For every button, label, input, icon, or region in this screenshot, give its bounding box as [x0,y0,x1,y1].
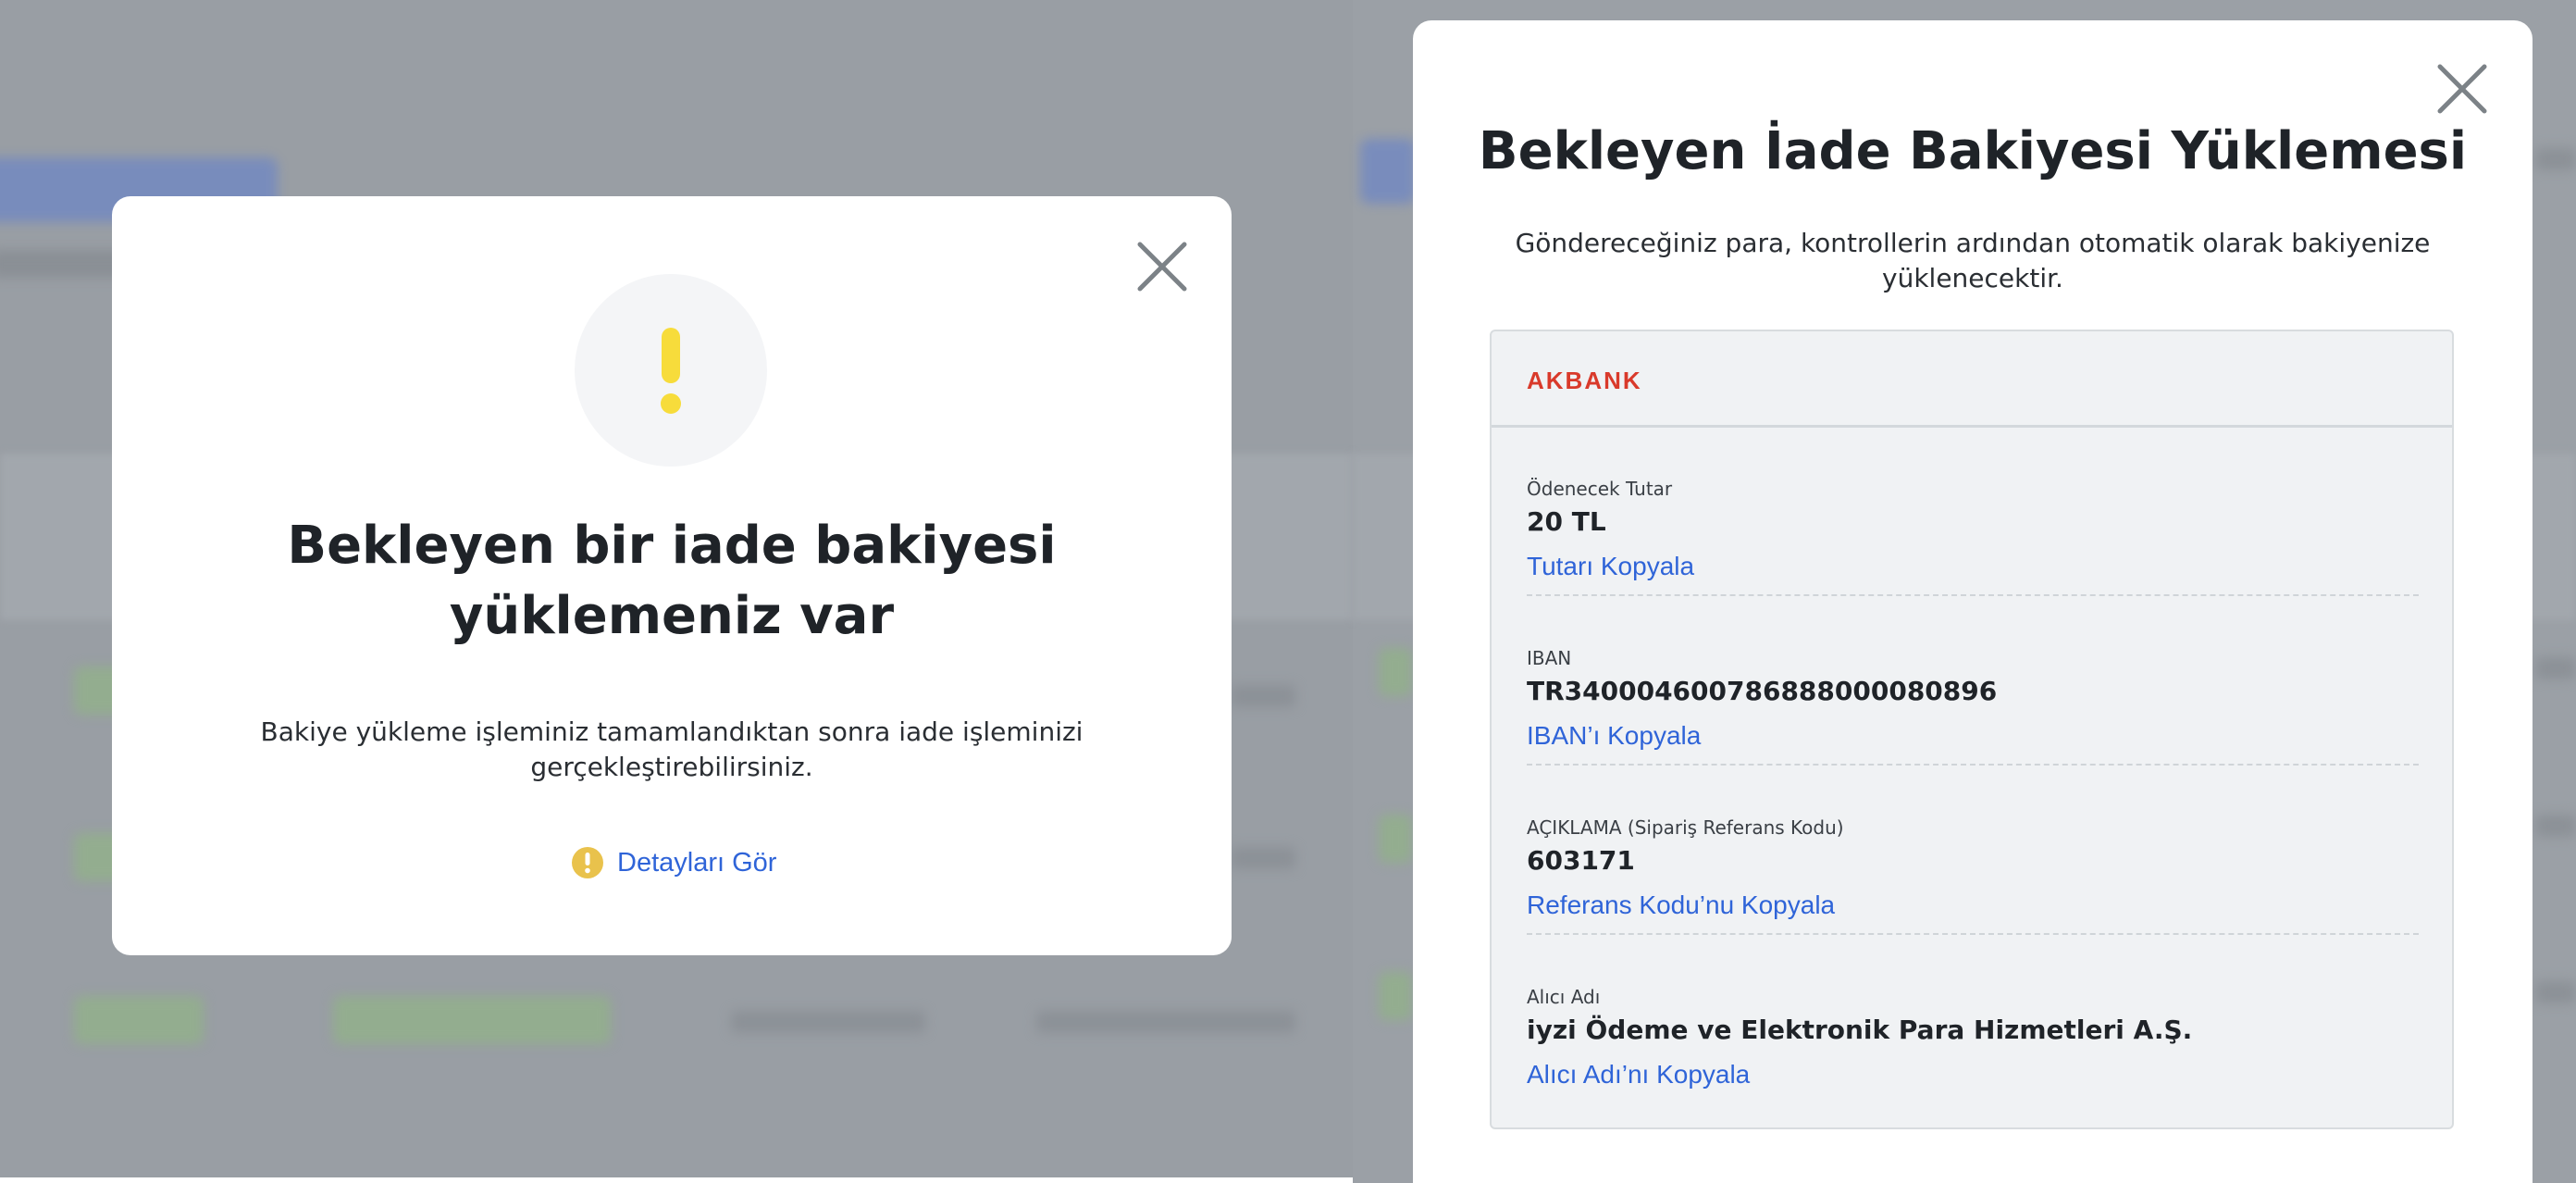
bank-logo: AKBANK [1527,367,1642,394]
background-text-blur-right [2535,981,2576,1003]
background-text-blur-right [2535,815,2576,837]
close-icon [2437,64,2487,114]
close-button[interactable] [1134,239,1190,294]
modal-title: Bekleyen İade Bakiyesi Yüklemesi [1478,121,2468,181]
reference-field: AÇIKLAMA (Sipariş Referans Kodu) 603171 … [1527,816,2419,922]
background-pill [74,996,204,1044]
field-value: TR340004600786888000080896 [1527,676,1998,706]
background-pill [333,996,611,1044]
field-label: Alıcı Adı [1527,986,1601,1008]
bank-header: AKBANK [1492,331,2452,428]
field-label: AÇIKLAMA (Sipariş Referans Kodu) [1527,816,1844,839]
warning-badge [575,274,767,467]
close-icon [1137,242,1187,292]
bank-transfer-details: AKBANK Ödenecek Tutar 20 TL Tutarı Kopya… [1490,330,2454,1129]
recipient-field: Alıcı Adı iyzi Ödeme ve Elektronik Para … [1527,986,2419,1091]
info-exclamation-icon [572,847,603,878]
iban-field: IBAN TR340004600786888000080896 IBAN’ı K… [1527,647,2419,753]
field-value: 603171 [1527,845,1635,876]
exclamation-icon [661,328,681,414]
background-text-blur [1231,685,1295,707]
field-label: Ödenecek Tutar [1527,478,1673,500]
details-link[interactable]: Detayları Gör [571,844,776,881]
copy-reference-link[interactable]: Referans Kodu’nu Kopyala [1527,889,1835,922]
background-bottom-strip [0,1177,1353,1183]
background-text-blur [1231,847,1295,869]
copy-iban-link[interactable]: IBAN’ı Kopyala [1527,719,1701,753]
background-text-blur-right [2535,657,2576,679]
close-button[interactable] [2434,61,2490,117]
modal-description-line: gerçekleştirebilirsiniz. [530,752,813,782]
modal-description-line: Bakiye yükleme işleminiz tamamlandıktan … [260,716,1084,747]
field-value: iyzi Ödeme ve Elektronik Para Hizmetleri… [1527,1015,2193,1045]
field-value: 20 TL [1527,506,1606,537]
modal-title-line: yüklemeniz var [449,586,895,646]
background-text-blur-right [2535,148,2576,170]
background-heading-blur-right [1360,139,1416,204]
field-divider [1527,594,2419,596]
copy-recipient-link[interactable]: Alıcı Adı’nı Kopyala [1527,1058,1750,1091]
modal-description: Göndereceğiniz para, kontrollerin ardınd… [1468,226,2477,296]
pending-refund-details-modal: Bekleyen İade Bakiyesi Yüklemesi Göndere… [1413,20,2533,1183]
background-pill-right [1379,648,1412,696]
details-link-label: Detayları Gör [617,847,777,878]
field-divider [1527,764,2419,766]
amount-field: Ödenecek Tutar 20 TL Tutarı Kopyala [1527,478,2419,583]
background-pill-right [1379,972,1412,1020]
background-text-blur [1036,1011,1295,1033]
background-pill-right [1379,815,1412,863]
pending-refund-modal: Bekleyen bir iade bakiyesi yüklemeniz va… [112,196,1232,955]
field-divider [1527,933,2419,935]
modal-description-line: Göndereceğiniz para, kontrollerin ardınd… [1515,228,2431,258]
background-text-blur [731,1011,925,1033]
modal-description-line: yüklenecektir. [1882,263,2063,293]
modal-description: Bakiye yükleme işleminiz tamamlandıktan … [112,715,1232,785]
modal-title: Bekleyen bir iade bakiyesi yüklemeniz va… [112,511,1232,652]
modal-title-line: Bekleyen bir iade bakiyesi [287,516,1057,576]
copy-amount-link[interactable]: Tutarı Kopyala [1527,550,1694,583]
field-label: IBAN [1527,647,1572,669]
